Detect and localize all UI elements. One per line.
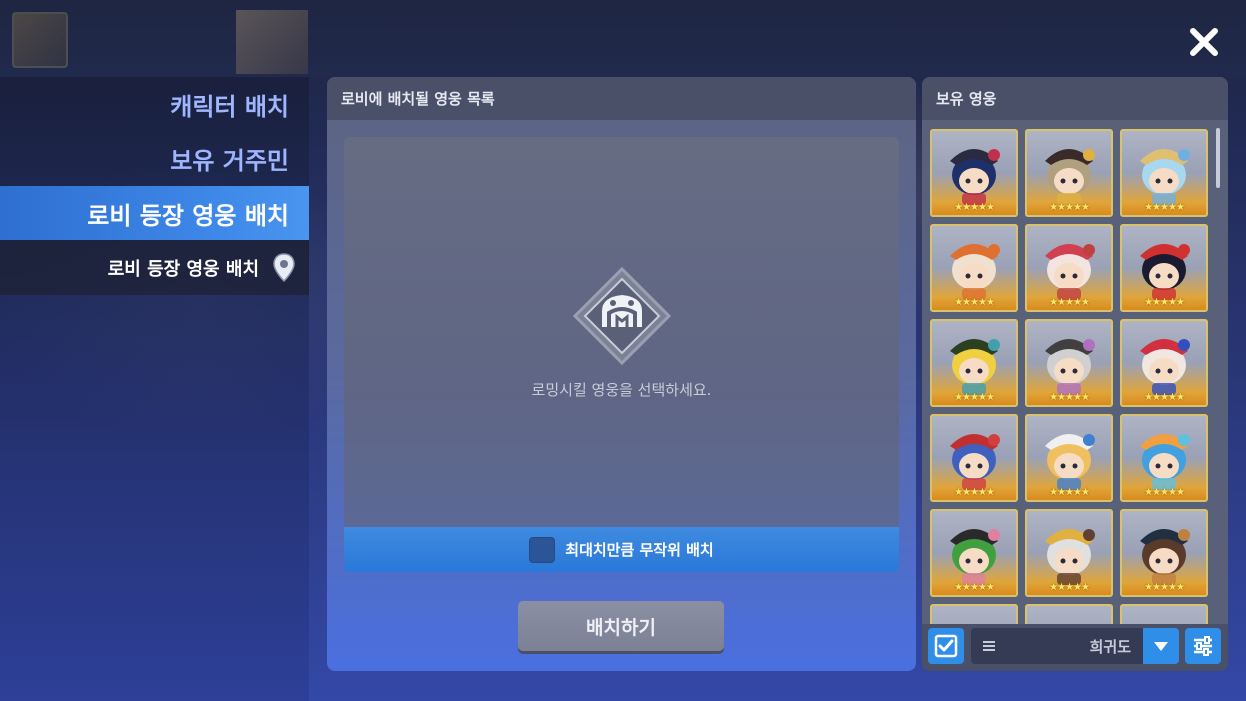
- star-rating: ★★★★★: [1144, 487, 1185, 498]
- sidebar-subitem-label: 로비 등장 영웅 배치: [107, 258, 259, 280]
- empty-message: 로밍시킬 영웅을 선택하세요.: [531, 381, 712, 399]
- hero-card[interactable]: [930, 604, 1018, 624]
- star-rating: ★★★★★: [1049, 582, 1090, 593]
- hero-grid-scrollbar[interactable]: [1216, 128, 1220, 188]
- sidebar-item-lobby-hero-placement[interactable]: 로비 등장 영웅 배치: [0, 186, 309, 240]
- star-rating: ★★★★★: [1049, 392, 1090, 403]
- star-rating: ★★★★★: [954, 582, 995, 593]
- sort-select[interactable]: 희귀도: [971, 628, 1143, 664]
- hero-card[interactable]: ★★★★★: [1120, 414, 1208, 502]
- star-rating: ★★★★★: [1144, 297, 1185, 308]
- hero-grid: ★★★★★ ★★★★★ ★★★★★ ★★★★★ ★★★★★ ★★★★★ ★★★★★ ★★★★★…: [930, 129, 1208, 624]
- hero-card[interactable]: [1025, 604, 1113, 624]
- hero-card[interactable]: ★★★★★: [1120, 509, 1208, 597]
- sidebar-item-label: 로비 등장 영웅 배치: [87, 201, 289, 230]
- place-button[interactable]: 배치하기: [518, 601, 724, 651]
- star-rating: ★★★★★: [1144, 392, 1185, 403]
- sidebar-subitem-lobby-hero-placement[interactable]: 로비 등장 영웅 배치: [0, 240, 309, 295]
- lobby-hero-list-panel: 로비에 배치될 영웅 목록 로밍시킬 영웅을 선택하세요. 최대치만큼 무작위 …: [327, 77, 916, 671]
- checkbox-checked-icon: [934, 634, 958, 658]
- star-rating: ★★★★★: [1049, 297, 1090, 308]
- panel-title: 로비에 배치될 영웅 목록: [327, 77, 916, 120]
- sort-label: 희귀도: [1089, 637, 1131, 656]
- player-portrait: [12, 12, 68, 68]
- random-placement-label: 최대치만큼 무작위 배치: [565, 541, 714, 559]
- hero-card[interactable]: ★★★★★: [1025, 319, 1113, 407]
- close-button[interactable]: [1184, 22, 1224, 62]
- star-rating: ★★★★★: [954, 392, 995, 403]
- hero-card[interactable]: ★★★★★: [1025, 414, 1113, 502]
- owned-heroes-panel: 보유 영웅 ★★★★★ ★★★★★ ★★★★★ ★★★★★ ★★★★★ ★★★★★ ★★★★…: [922, 77, 1228, 671]
- filter-sliders-icon: [1194, 636, 1212, 656]
- random-placement-option[interactable]: 최대치만큼 무작위 배치: [344, 527, 899, 572]
- chevron-down-icon: [1154, 642, 1168, 651]
- sort-toolbar: 희귀도: [922, 624, 1228, 671]
- star-rating: ★★★★★: [954, 297, 995, 308]
- list-icon: [983, 641, 995, 651]
- hero-card[interactable]: ★★★★★: [1025, 224, 1113, 312]
- hero-card[interactable]: ★★★★★: [930, 414, 1018, 502]
- hero-card[interactable]: ★★★★★: [930, 129, 1018, 217]
- sidebar-item-label: 보유 거주민: [170, 146, 289, 175]
- hero-card[interactable]: [1120, 604, 1208, 624]
- star-rating: ★★★★★: [1144, 582, 1185, 593]
- select-all-checkbox[interactable]: [928, 628, 964, 664]
- star-rating: ★★★★★: [954, 202, 995, 213]
- hero-portrait: [932, 606, 1016, 624]
- hero-card[interactable]: ★★★★★: [930, 509, 1018, 597]
- map-pin-icon: [271, 252, 297, 283]
- hero-card[interactable]: ★★★★★: [1025, 129, 1113, 217]
- close-icon: [1190, 28, 1218, 56]
- hero-grid-viewport: ★★★★★ ★★★★★ ★★★★★ ★★★★★ ★★★★★ ★★★★★ ★★★★★ ★★★★★…: [922, 120, 1228, 624]
- hero-portrait: [236, 10, 308, 74]
- top-hud-blurred: [0, 0, 1246, 78]
- sidebar-item-character-placement[interactable]: 캐릭터 배치: [0, 77, 309, 131]
- sidebar-item-owned-residents[interactable]: 보유 거주민: [0, 131, 309, 185]
- sidebar: 캐릭터 배치 보유 거주민 로비 등장 영웅 배치 로비 등장 영웅 배치: [0, 77, 309, 701]
- hero-card[interactable]: ★★★★★: [930, 319, 1018, 407]
- star-rating: ★★★★★: [954, 487, 995, 498]
- star-rating: ★★★★★: [1049, 487, 1090, 498]
- roaming-empty-icon: [572, 266, 672, 366]
- sidebar-item-label: 캐릭터 배치: [170, 92, 289, 121]
- hero-card[interactable]: ★★★★★: [930, 224, 1018, 312]
- hero-drop-area: 로밍시킬 영웅을 선택하세요. 최대치만큼 무작위 배치: [344, 137, 899, 572]
- hero-portrait: [1027, 606, 1111, 624]
- sort-dropdown-button[interactable]: [1143, 628, 1179, 664]
- star-rating: ★★★★★: [1049, 202, 1090, 213]
- star-rating: ★★★★★: [1144, 202, 1185, 213]
- hero-card[interactable]: ★★★★★: [1120, 129, 1208, 217]
- panel-title: 보유 영웅: [922, 77, 1228, 120]
- hero-card[interactable]: ★★★★★: [1120, 224, 1208, 312]
- hero-card[interactable]: ★★★★★: [1120, 319, 1208, 407]
- hero-portrait: [1122, 606, 1206, 624]
- filter-button[interactable]: [1185, 628, 1221, 664]
- hero-card[interactable]: ★★★★★: [1025, 509, 1113, 597]
- random-placement-checkbox[interactable]: [529, 536, 556, 563]
